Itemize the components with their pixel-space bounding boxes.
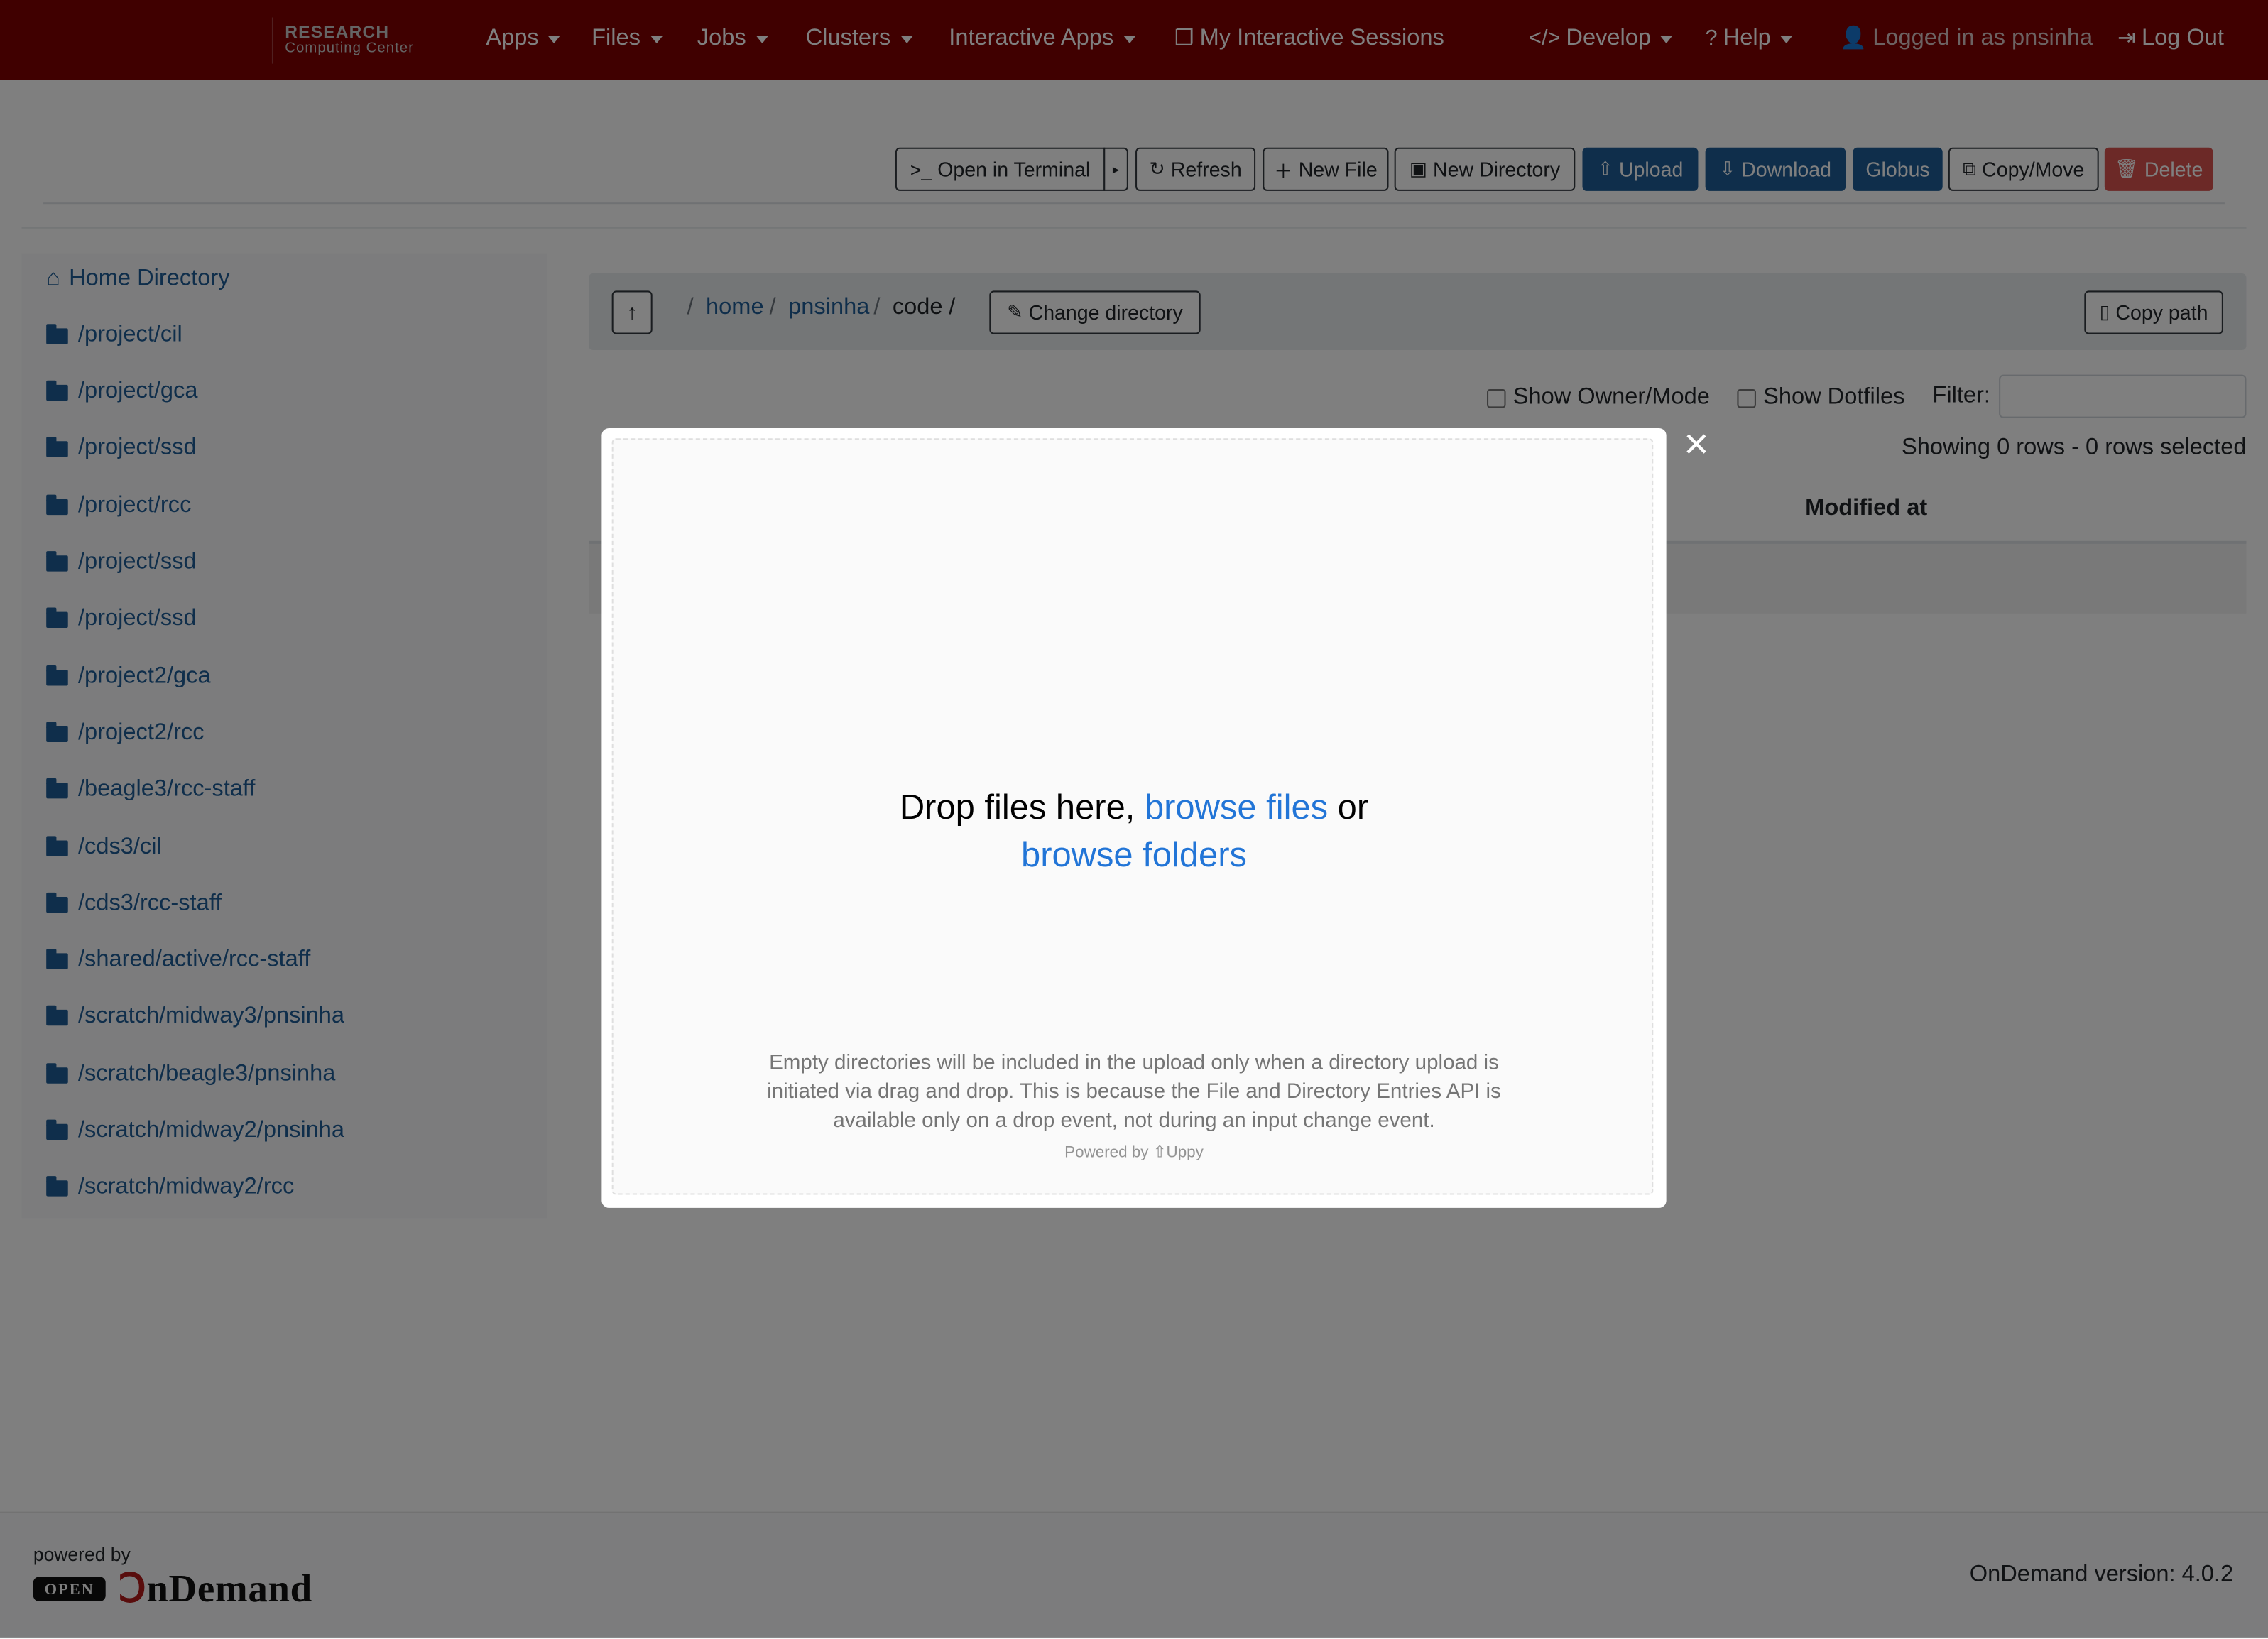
uppy-label: Uppy	[1166, 1144, 1204, 1162]
upload-modal: Drop files here, browse files or browse …	[601, 428, 1667, 1208]
empty-directories-note: Empty directories will be included in th…	[767, 1051, 1501, 1133]
uppy-icon: ⇧	[1152, 1144, 1167, 1162]
drop-instructions: Drop files here, browse files or browse …	[614, 784, 1655, 879]
powered-by-label: Powered by	[1064, 1144, 1149, 1162]
upload-dropzone[interactable]: Drop files here, browse files or browse …	[611, 438, 1655, 1195]
powered-by-uppy[interactable]: Powered by ⇧Uppy	[614, 1143, 1655, 1161]
browse-files-link[interactable]: browse files	[1145, 788, 1328, 827]
browse-folders-link[interactable]: browse folders	[1021, 836, 1247, 875]
or-text: or	[1337, 788, 1369, 828]
drop-text: Drop files here,	[899, 788, 1135, 828]
close-icon[interactable]: ×	[1684, 423, 1709, 467]
